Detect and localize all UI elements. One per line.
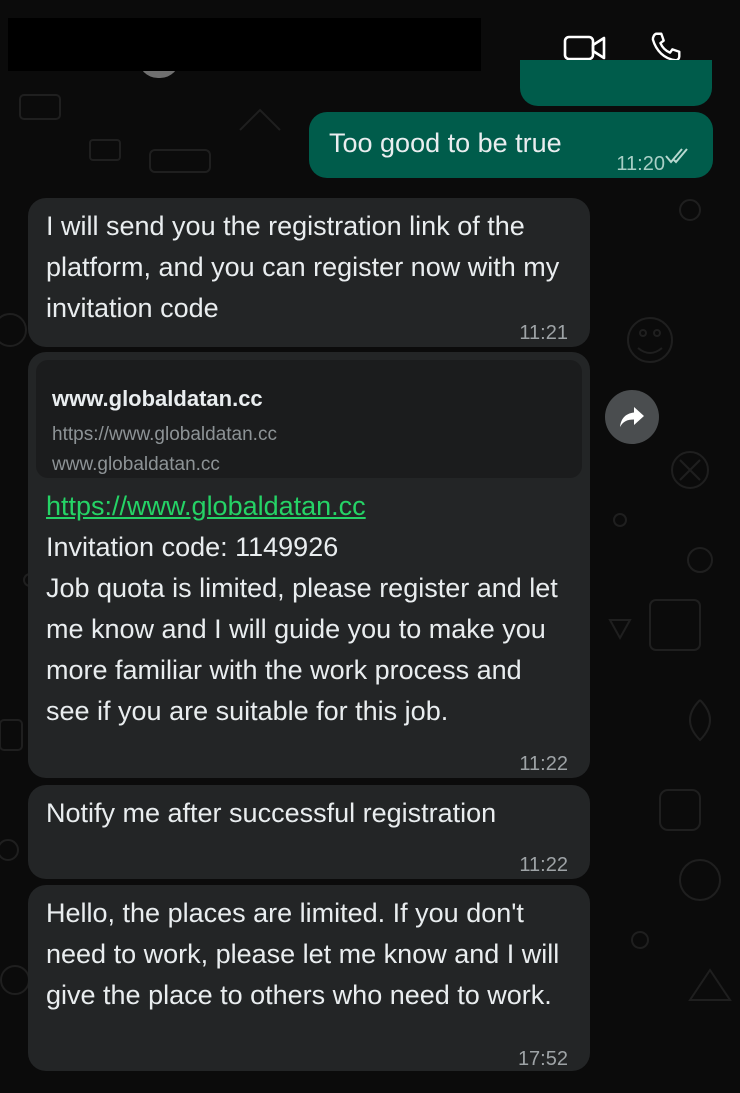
- message-text: Notify me after successful registration: [46, 798, 497, 828]
- double-check-icon: [665, 148, 688, 164]
- message-bubble-outgoing-partial[interactable]: [520, 60, 712, 106]
- message-bubble-incoming-link[interactable]: www.globaldatan.cc https://www.globaldat…: [28, 352, 590, 778]
- message-text: Invitation code: 1149926 Job quota is li…: [46, 532, 558, 726]
- video-camera-icon: [563, 35, 606, 61]
- forward-icon: [620, 407, 644, 427]
- link-preview-title: www.globaldatan.cc: [52, 386, 263, 411]
- message-time: 11:22: [519, 854, 568, 876]
- message-link[interactable]: https://www.globaldatan.cc: [46, 491, 366, 521]
- message-bubble-outgoing[interactable]: Too good to be true 11:20: [309, 112, 713, 178]
- message-time: 11:21: [519, 322, 568, 344]
- message-bubble-incoming[interactable]: Hello, the places are limited. If you do…: [28, 885, 590, 1071]
- link-preview-card[interactable]: www.globaldatan.cc https://www.globaldat…: [36, 360, 582, 478]
- message-time: 11:22: [519, 753, 568, 775]
- forward-button[interactable]: [605, 390, 659, 444]
- link-preview-host: www.globaldatan.cc: [52, 454, 220, 475]
- message-bubble-incoming[interactable]: I will send you the registration link of…: [28, 198, 590, 347]
- message-time: 11:20: [616, 153, 665, 175]
- message-time: 17:52: [517, 1048, 568, 1070]
- message-text: Hello, the places are limited. If you do…: [46, 898, 567, 1010]
- redacted-contact-name: [8, 18, 481, 71]
- message-text: I will send you the registration link of…: [46, 211, 567, 323]
- message-body: https://www.globaldatan.cc Invitation co…: [46, 486, 572, 732]
- message-bubble-incoming[interactable]: Notify me after successful registration …: [28, 785, 590, 879]
